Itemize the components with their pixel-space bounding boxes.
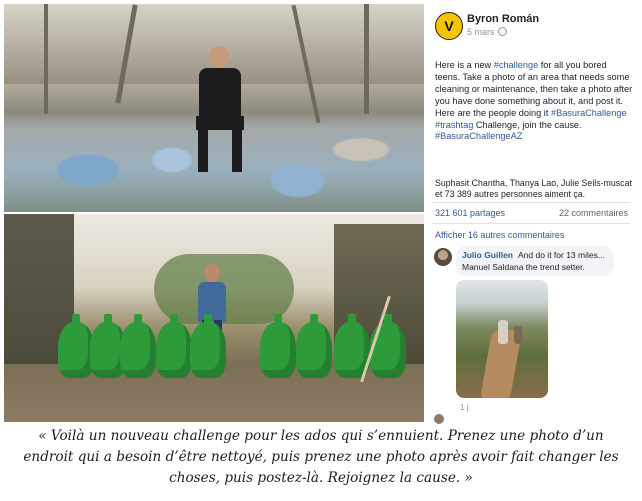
next-commenter-avatar[interactable]	[434, 414, 444, 424]
hashtag-trashtag[interactable]: #trashtag	[435, 120, 473, 130]
hashtag-challenge[interactable]: #challenge	[494, 60, 538, 70]
after-photo[interactable]	[4, 214, 424, 422]
author-name[interactable]: Byron Román	[467, 13, 539, 25]
hashtag-basurachallenge[interactable]: #BasuraChallenge	[551, 108, 627, 118]
translated-caption: « Voilà un nouveau challenge pour les ad…	[23, 428, 619, 486]
divider	[433, 202, 630, 203]
comment-bubble: Julio Guillen And do it for 13 miles... …	[456, 246, 613, 276]
commenter-name[interactable]: Julio Guillen	[462, 250, 513, 260]
shares-count[interactable]: 321 601 partages	[435, 208, 505, 218]
page-logo[interactable]: V	[435, 12, 463, 40]
before-photo[interactable]	[4, 4, 424, 212]
likes-summary[interactable]: Suphasit Chantha, Thanya Lao, Julie Seil…	[435, 178, 633, 200]
globe-icon	[497, 27, 507, 36]
comment-text: And do it for 13 miles...	[518, 250, 605, 260]
comment-photo[interactable]	[456, 280, 548, 398]
divider	[433, 223, 630, 224]
post-date[interactable]: 5 mars	[467, 27, 507, 37]
facebook-post-screenshot: V Byron Román 5 mars Here is a new #chal…	[4, 4, 638, 424]
comments-count[interactable]: 22 commentaires	[559, 208, 628, 218]
post-text: Here is a new #challenge for all you bor…	[435, 60, 633, 142]
comment-text-line2: Manuel Saldana the trend setter.	[462, 262, 585, 272]
hashtag-basurachallengeaz[interactable]: #BasuraChallengeAZ	[435, 131, 522, 141]
comment-age[interactable]: 1 j	[460, 403, 468, 412]
post-panel: V Byron Román 5 mars Here is a new #chal…	[425, 4, 638, 424]
post-photos[interactable]	[4, 4, 424, 422]
commenter-avatar[interactable]	[434, 248, 452, 266]
show-more-comments-link[interactable]: Afficher 16 autres commentaires	[435, 230, 564, 240]
seated-man	[194, 46, 246, 176]
